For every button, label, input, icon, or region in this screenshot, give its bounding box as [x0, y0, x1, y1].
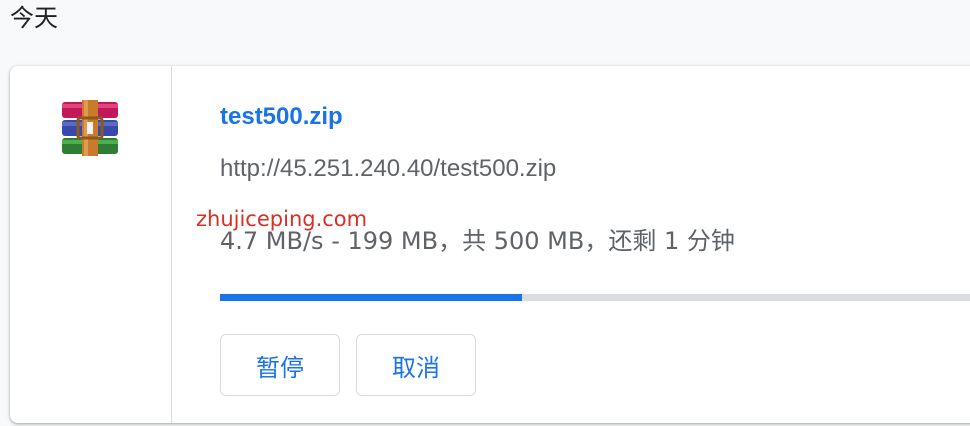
date-section-heading: 今天	[10, 4, 58, 32]
download-details: test500.zip http://45.251.240.40/test500…	[220, 66, 970, 423]
source-url[interactable]: http://45.251.240.40/test500.zip	[220, 154, 556, 184]
progress-bar	[220, 294, 970, 301]
pause-button[interactable]: 暂停	[220, 334, 340, 396]
file-name-link[interactable]: test500.zip	[220, 102, 343, 132]
download-item-card: test500.zip http://45.251.240.40/test500…	[10, 66, 970, 423]
watermark-text: zhujiceping.com	[196, 207, 368, 231]
winrar-archive-icon	[62, 100, 118, 156]
file-icon-column	[10, 66, 172, 423]
progress-bar-fill	[220, 294, 523, 301]
cancel-button[interactable]: 取消	[356, 334, 476, 396]
